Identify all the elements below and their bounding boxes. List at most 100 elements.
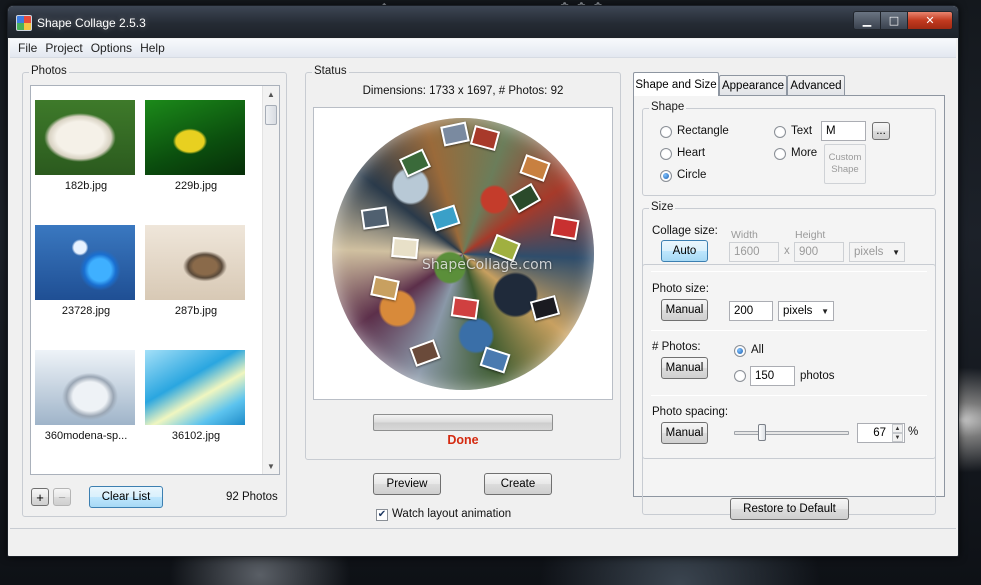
collage-photo	[550, 215, 580, 241]
close-button[interactable]: ✕	[907, 11, 953, 30]
collage-height-input[interactable]: 900	[794, 242, 844, 262]
collage-photo	[398, 148, 432, 178]
status-group: Status Dimensions: 1733 x 1697, # Photos…	[305, 65, 621, 460]
size-group-title: Size	[649, 201, 676, 213]
num-photos-manual-button[interactable]: Manual	[661, 357, 708, 379]
collage-unit-select[interactable]: pixels ▼	[849, 242, 905, 262]
collage-photo	[391, 236, 419, 260]
collage-image: ShapeCollage.com	[332, 118, 594, 390]
photo-thumbnail[interactable]	[35, 225, 135, 300]
shape-circle-radio[interactable]	[660, 170, 672, 182]
photo-thumbnail[interactable]	[145, 100, 245, 175]
client-area: Photos 182b.jpg 229b.jpg 23728.jpg 287b.…	[10, 59, 956, 556]
collage-size-label: Collage size:	[652, 225, 718, 237]
watch-animation-checkbox[interactable]: ✔	[376, 509, 388, 521]
shape-text-input[interactable]: M	[821, 121, 866, 141]
photo-size-input[interactable]: 200	[729, 301, 773, 321]
photo-size-label: Photo size:	[652, 283, 709, 295]
photo-caption: 182b.jpg	[64, 180, 108, 192]
collage-photo	[479, 346, 511, 374]
create-button[interactable]: Create	[484, 473, 552, 495]
divider	[651, 271, 927, 272]
photos-count-input[interactable]: 150	[750, 366, 795, 386]
collage-photo	[469, 124, 501, 152]
photo-caption: 229b.jpg	[174, 180, 218, 192]
scroll-up-icon[interactable]: ▲	[263, 86, 279, 102]
photos-count-radio[interactable]	[734, 370, 746, 382]
status-group-title: Status	[312, 65, 349, 77]
progress-bar	[373, 414, 553, 431]
title-bar[interactable]: Shape Collage 2.5.3 ▁ □ ✕	[8, 6, 958, 38]
shape-text-label: Text	[791, 125, 813, 137]
photo-spacing-slider[interactable]	[734, 431, 849, 435]
tab-advanced[interactable]: Advanced	[787, 75, 845, 95]
add-photo-button[interactable]: +	[31, 488, 49, 506]
photo-caption: 36102.jpg	[171, 430, 221, 442]
photos-list[interactable]: 182b.jpg 229b.jpg 23728.jpg 287b.jpg 360…	[30, 85, 280, 475]
shape-more-radio[interactable]	[774, 148, 786, 160]
tab-page-shape-and-size: Shape Rectangle Heart Circle Text More M…	[633, 95, 945, 515]
photo-spacing-manual-button[interactable]: Manual	[661, 422, 708, 444]
tab-shape-and-size[interactable]: Shape and Size	[633, 72, 719, 96]
size-group-frame: Size Collage size: Auto Width Height 160…	[642, 201, 936, 459]
app-icon	[16, 15, 32, 31]
photo-thumbnail[interactable]	[145, 225, 245, 300]
shape-text-radio[interactable]	[774, 126, 786, 138]
scroll-thumb[interactable]	[265, 105, 277, 125]
collage-photo	[409, 339, 441, 367]
spin-up-icon[interactable]: ▲	[892, 424, 903, 433]
shape-circle-label: Circle	[677, 169, 707, 181]
menu-help[interactable]: Help	[140, 41, 165, 55]
photo-caption: 360modena-sp...	[44, 430, 128, 442]
spin-down-icon[interactable]: ▼	[892, 433, 903, 442]
status-bar	[10, 528, 956, 556]
menu-file[interactable]: File	[18, 41, 37, 55]
photo-size-manual-button[interactable]: Manual	[661, 299, 708, 321]
menu-bar: File Project Options Help	[10, 39, 956, 58]
divider	[651, 330, 927, 331]
maximize-button[interactable]: □	[880, 11, 908, 30]
preview-button[interactable]: Preview	[373, 473, 441, 495]
photos-unit-label: photos	[800, 370, 835, 382]
photo-size-unit-select[interactable]: pixels ▼	[778, 301, 834, 321]
collage-photo	[519, 154, 551, 182]
clear-list-button[interactable]: Clear List	[89, 486, 163, 508]
photo-thumbnail[interactable]	[35, 100, 135, 175]
collage-photo	[370, 275, 400, 301]
photo-caption: 23728.jpg	[61, 305, 111, 317]
collage-unit-value: pixels	[854, 246, 884, 258]
collage-watermark: ShapeCollage.com	[422, 257, 553, 273]
photo-caption: 287b.jpg	[174, 305, 218, 317]
photos-all-radio[interactable]	[734, 345, 746, 357]
photo-spacing-unit: %	[908, 426, 919, 438]
collage-photo	[440, 121, 470, 147]
menu-project[interactable]: Project	[45, 41, 82, 55]
collage-photo	[450, 296, 480, 320]
collage-width-input[interactable]: 1600	[729, 242, 779, 262]
photos-scrollbar[interactable]: ▲ ▼	[262, 86, 279, 474]
chevron-down-icon: ▼	[821, 306, 829, 316]
collage-photo	[360, 206, 390, 230]
chevron-down-icon: ▼	[892, 247, 900, 257]
remove-photo-button[interactable]: −	[53, 488, 71, 506]
shape-heart-radio[interactable]	[660, 148, 672, 160]
num-photos-label: # Photos:	[652, 341, 701, 353]
height-label: Height	[795, 229, 826, 241]
dimension-x-label: x	[784, 245, 790, 257]
restore-default-button[interactable]: Restore to Default	[730, 498, 849, 520]
custom-shape-button[interactable]: Custom Shape	[824, 144, 866, 184]
collage-preview: ShapeCollage.com	[313, 107, 613, 400]
shape-rectangle-radio[interactable]	[660, 126, 672, 138]
photo-spacing-slider-thumb[interactable]	[758, 424, 766, 441]
photo-thumbnail[interactable]	[145, 350, 245, 425]
scroll-down-icon[interactable]: ▼	[263, 458, 279, 474]
tab-appearance[interactable]: Appearance	[719, 75, 787, 95]
shape-rectangle-label: Rectangle	[677, 125, 729, 137]
collage-size-auto-button[interactable]: Auto	[661, 240, 708, 262]
divider	[651, 395, 927, 396]
menu-options[interactable]: Options	[91, 41, 132, 55]
minimize-button[interactable]: ▁	[853, 11, 881, 30]
photo-thumbnail[interactable]	[35, 350, 135, 425]
width-label: Width	[731, 229, 758, 241]
font-browse-button[interactable]: ...	[872, 122, 890, 140]
